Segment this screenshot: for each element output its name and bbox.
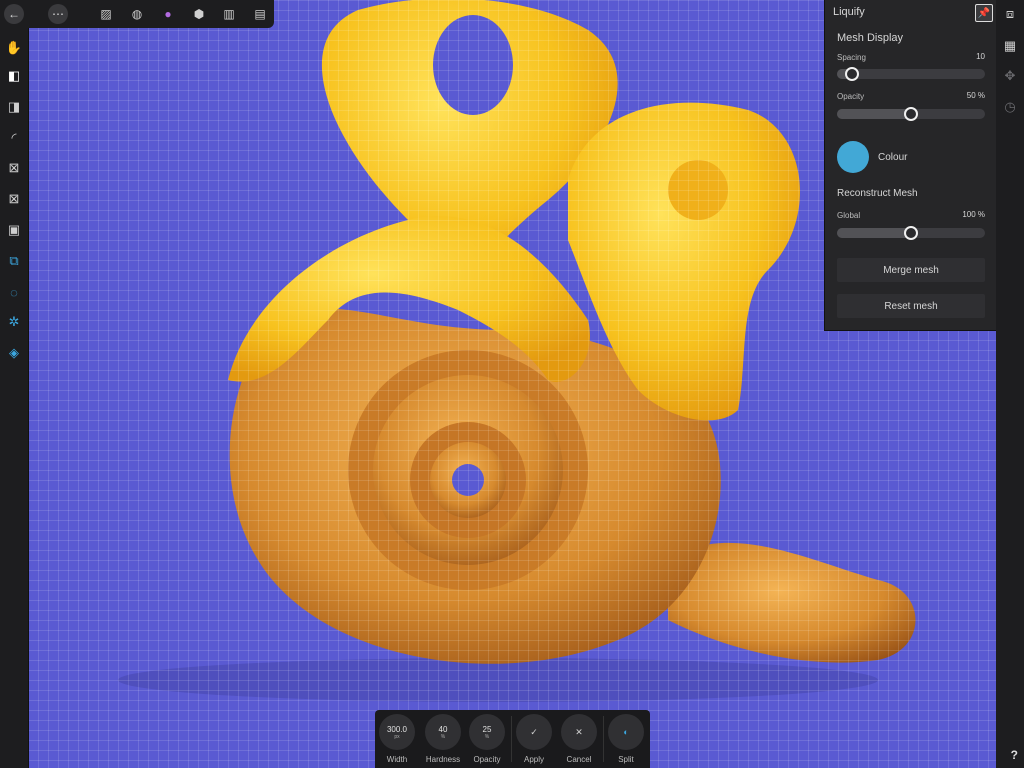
- liquify-panel: Liquify 📌 Mesh Display Spacing 10 Opacit…: [824, 0, 997, 331]
- global-slider[interactable]: [837, 226, 985, 240]
- spacing-value: 10: [976, 52, 985, 61]
- spacing-slider-knob[interactable]: [845, 67, 859, 81]
- right-studio-strip: ⧈ ▦ ✥ ◷: [996, 0, 1024, 768]
- opacity-dial-value: 25: [482, 724, 492, 734]
- hardness-value: 40: [438, 724, 448, 734]
- mesh-pin-icon[interactable]: ⊠: [4, 189, 24, 209]
- width-control[interactable]: 300.0 px Width: [377, 714, 417, 764]
- pin-icon[interactable]: 📌: [975, 4, 993, 22]
- opacity-slider[interactable]: [837, 107, 985, 121]
- colour-swatch[interactable]: [837, 141, 869, 173]
- global-slider-knob[interactable]: [904, 226, 918, 240]
- merge-mesh-button[interactable]: Merge mesh: [837, 258, 985, 282]
- width-unit: px: [394, 733, 400, 740]
- mesh-icon[interactable]: ▦: [1000, 36, 1020, 56]
- split-button[interactable]: ◐: [608, 714, 644, 750]
- help-button[interactable]: ?: [1011, 748, 1018, 762]
- hardness-unit: %: [440, 733, 446, 740]
- global-value: 100 %: [962, 210, 985, 219]
- clock-icon[interactable]: ◷: [1000, 97, 1020, 117]
- opacity-control[interactable]: 25 % Opacity: [467, 714, 507, 764]
- hand-icon[interactable]: ✋: [4, 38, 24, 58]
- split-icon: ◐: [623, 727, 629, 737]
- twirl-icon[interactable]: ◌: [4, 282, 24, 302]
- flood-select-icon[interactable]: ◨: [4, 97, 24, 117]
- top-toolbar: ← ⋯ ▨ ◍ ● ⬢ ▥ ▤: [0, 0, 274, 28]
- selection-brush-icon[interactable]: ◧: [4, 66, 24, 86]
- spacing-label: Spacing: [837, 53, 866, 62]
- liquify-persona-icon[interactable]: ◍: [127, 4, 147, 24]
- checkmark-icon: ✓: [530, 726, 538, 737]
- tone-mapping-icon[interactable]: ▥: [219, 4, 239, 24]
- apply-button[interactable]: ✓: [516, 714, 552, 750]
- split-label: Split: [618, 755, 634, 764]
- opacity-dial-label: Opacity: [473, 755, 501, 764]
- turbulence-icon[interactable]: ◈: [4, 343, 24, 363]
- hardness-label: Hardness: [425, 755, 461, 764]
- mesh-clone-icon[interactable]: ⊠: [4, 158, 24, 178]
- push-forward-icon[interactable]: ⧉: [4, 251, 24, 271]
- spacing-slider[interactable]: [837, 67, 985, 81]
- apply-control[interactable]: ✓ Apply: [514, 714, 554, 764]
- opacity-label: Opacity: [837, 92, 865, 101]
- mesh-display-heading: Mesh Display: [837, 32, 904, 44]
- reconstruct-mesh-heading: Reconstruct Mesh: [837, 188, 918, 199]
- opacity-dial[interactable]: 25 %: [469, 714, 505, 750]
- cancel-button[interactable]: ✕: [561, 714, 597, 750]
- left-toolbar: ✋ ◧ ◨ ◜ ⊠ ⊠ ▣ ⧉ ◌ ✲ ◈: [0, 0, 29, 768]
- studio-icon[interactable]: ⧈: [1000, 4, 1020, 24]
- cancel-label: Cancel: [566, 755, 592, 764]
- more-icon[interactable]: ⋯: [48, 4, 68, 24]
- opacity-slider-knob[interactable]: [904, 107, 918, 121]
- colour-label: Colour: [878, 152, 908, 163]
- freehand-select-icon[interactable]: ◜: [4, 128, 24, 148]
- back-icon[interactable]: ←: [4, 4, 24, 24]
- width-dial[interactable]: 300.0 px: [379, 714, 415, 750]
- export-persona-icon[interactable]: ⬢: [189, 4, 209, 24]
- cancel-control[interactable]: ✕ Cancel: [559, 714, 599, 764]
- designer-persona-icon[interactable]: ▨: [96, 4, 116, 24]
- width-value: 300.0: [386, 724, 408, 734]
- reset-mesh-button[interactable]: Reset mesh: [837, 294, 985, 318]
- apply-label: Apply: [523, 755, 544, 764]
- width-label: Width: [386, 755, 408, 764]
- opacity-value: 50 %: [966, 91, 985, 100]
- split-control[interactable]: ◐ Split: [606, 714, 646, 764]
- context-toolbar: 300.0 px Width 40 % Hardness 25 % Opacit…: [375, 710, 650, 768]
- mesh-freeze-icon[interactable]: ▣: [4, 220, 24, 240]
- pin-tool-icon[interactable]: ✥: [1000, 66, 1020, 86]
- pixel-persona-icon[interactable]: ●: [158, 4, 178, 24]
- divider: [511, 716, 512, 762]
- global-label: Global: [837, 211, 861, 220]
- panel-title: Liquify: [833, 6, 865, 18]
- close-icon: ✕: [575, 726, 583, 737]
- opacity-dial-unit: %: [484, 733, 490, 740]
- hardness-control[interactable]: 40 % Hardness: [423, 714, 463, 764]
- pinch-icon[interactable]: ✲: [4, 312, 24, 332]
- divider: [603, 716, 604, 762]
- hardness-dial[interactable]: 40 %: [425, 714, 461, 750]
- develop-persona-icon[interactable]: ▤: [250, 4, 270, 24]
